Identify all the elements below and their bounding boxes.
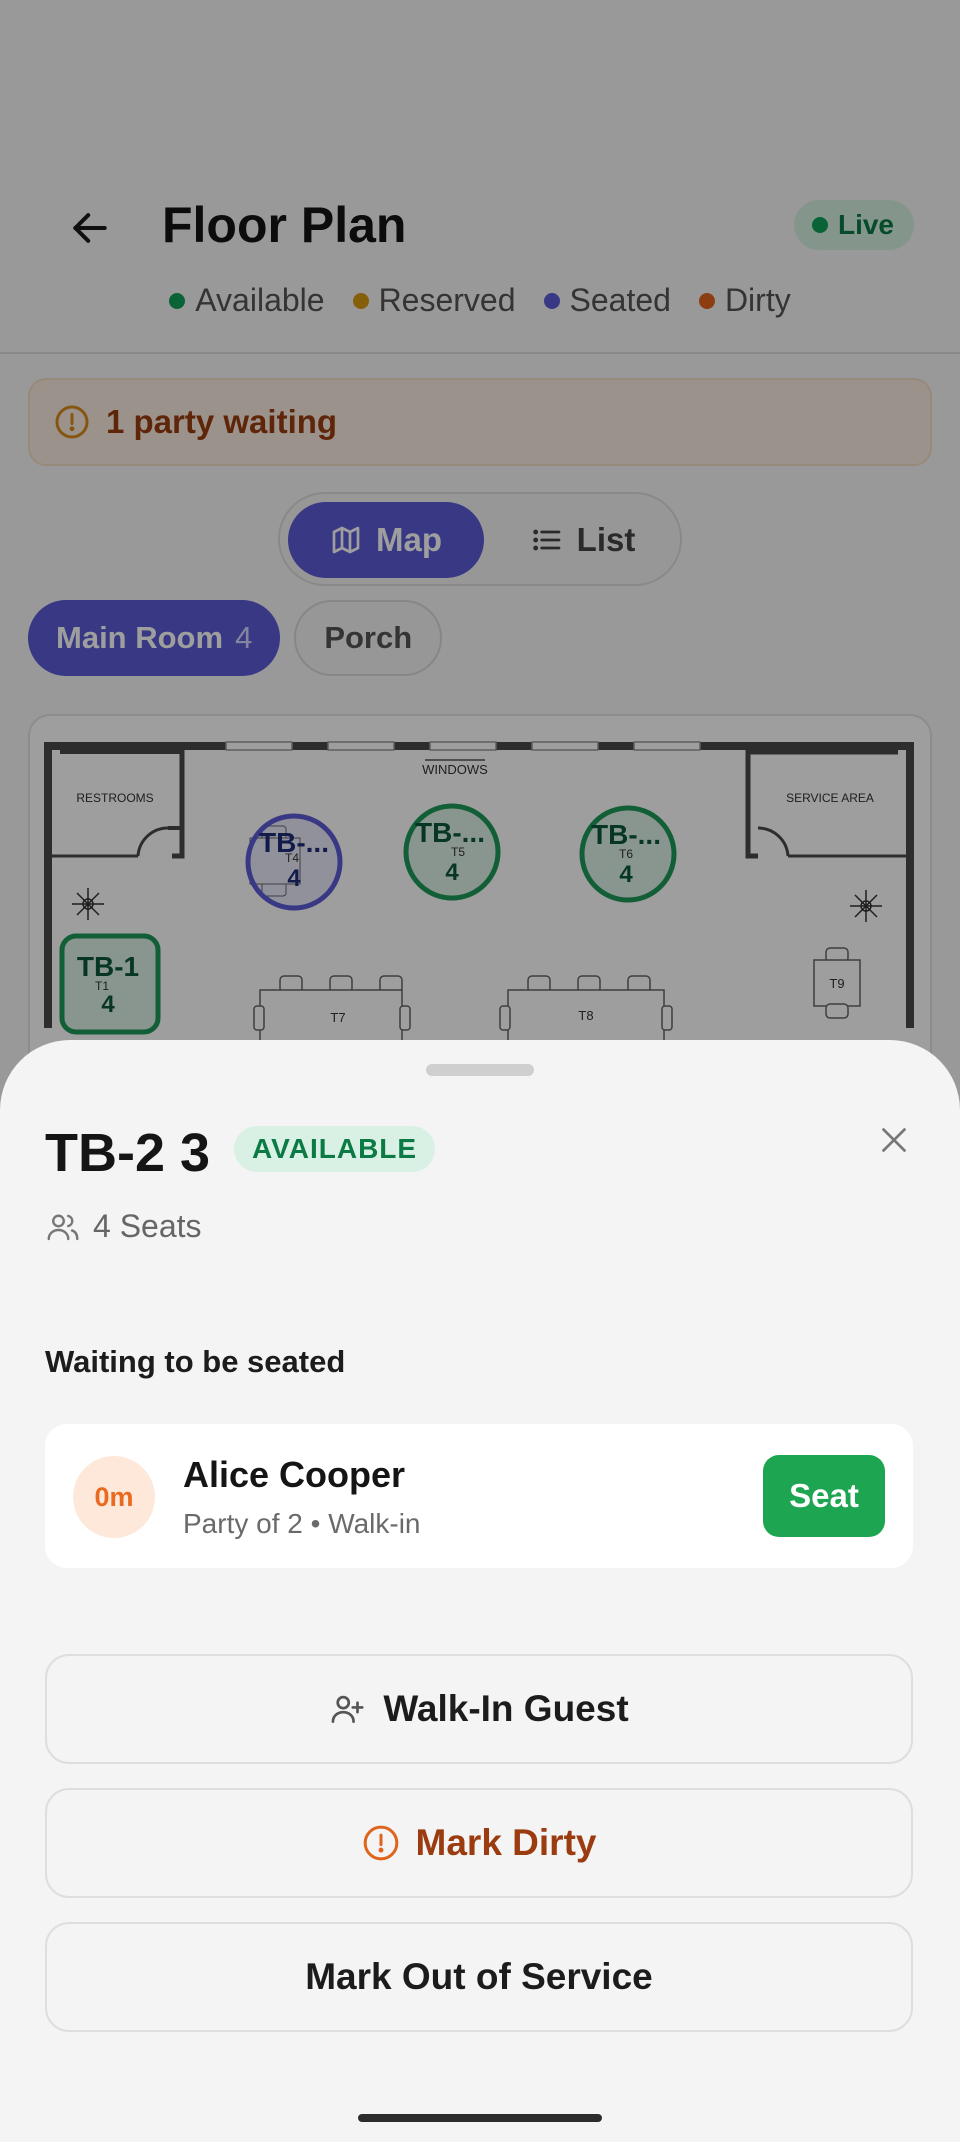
waitlist-item: 0m Alice Cooper Party of 2 • Walk-in Sea… xyxy=(45,1424,913,1568)
home-indicator xyxy=(358,2114,602,2122)
users-icon xyxy=(47,1214,79,1240)
mark-dirty-label: Mark Dirty xyxy=(415,1822,597,1863)
close-icon xyxy=(882,1128,906,1152)
guest-meta: Party of 2 • Walk-in xyxy=(183,1508,421,1539)
table-detail-sheet: TB-2 3 AVAILABLE 4 Seats Waiting to be s… xyxy=(0,1040,960,2142)
walk-in-guest-button[interactable]: Walk-In Guest xyxy=(45,1654,913,1764)
user-plus-icon xyxy=(331,1695,364,1724)
sheet-table-name: TB-2 3 xyxy=(45,1123,211,1183)
alert-circle-icon xyxy=(363,1825,398,1861)
close-button[interactable] xyxy=(868,1114,920,1166)
seat-button[interactable]: Seat xyxy=(763,1455,885,1537)
waiting-section-title: Waiting to be seated xyxy=(45,1344,346,1379)
status-badge: AVAILABLE xyxy=(234,1126,436,1172)
mark-out-of-service-button[interactable]: Mark Out of Service xyxy=(45,1922,913,2032)
walk-in-label: Walk-In Guest xyxy=(383,1688,629,1729)
guest-name: Alice Cooper xyxy=(183,1454,406,1495)
seat-count-label: 4 Seats xyxy=(93,1208,202,1244)
wait-time-badge: 0m xyxy=(73,1456,155,1538)
out-of-service-label: Mark Out of Service xyxy=(305,1956,653,1997)
seat-count: 4 Seats xyxy=(45,1208,202,1245)
sheet-grabber[interactable] xyxy=(426,1064,534,1076)
mark-dirty-button[interactable]: Mark Dirty xyxy=(45,1788,913,1898)
